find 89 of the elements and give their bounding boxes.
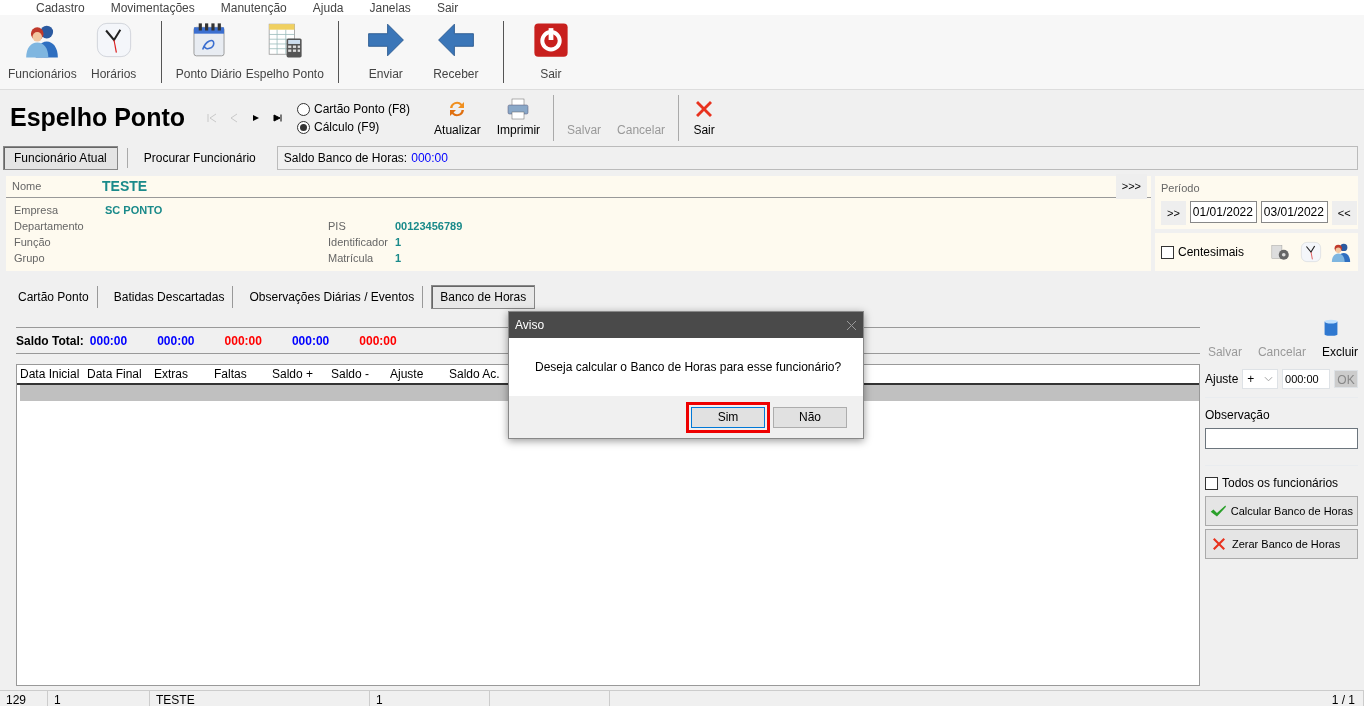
field-label: PIS bbox=[328, 219, 347, 234]
tab[interactable]: Cartão Ponto bbox=[10, 286, 98, 308]
menu-item[interactable]: Cadastro bbox=[36, 0, 85, 15]
menu-item[interactable]: Movimentações bbox=[110, 0, 195, 15]
checkbox-label: Centesimais bbox=[1178, 244, 1245, 261]
field-label: Nome bbox=[12, 179, 43, 195]
action-button[interactable]: Zerar Banco de Horas bbox=[1205, 529, 1358, 559]
column-header: Data Final bbox=[87, 366, 143, 383]
status-cell: 1 / 1 bbox=[610, 691, 1364, 706]
dialog-title: Aviso bbox=[515, 317, 545, 334]
action-button[interactable]: Sair bbox=[684, 97, 725, 139]
cross-icon bbox=[1210, 535, 1228, 553]
menu-item[interactable]: Ajuda bbox=[312, 0, 344, 15]
observation-label: Observação bbox=[1205, 407, 1271, 424]
dialog-button[interactable]: Não bbox=[773, 406, 847, 428]
expand-button[interactable]: >>> bbox=[1115, 174, 1147, 199]
printer-icon bbox=[506, 97, 531, 121]
tab[interactable]: Procurar Funcionário bbox=[132, 146, 267, 170]
toolbar-button[interactable]: Horários bbox=[80, 21, 147, 83]
field-value: SC PONTO bbox=[105, 203, 163, 218]
time-field[interactable]: 000:00 bbox=[1282, 369, 1330, 389]
back-button[interactable]: >> bbox=[1161, 200, 1186, 225]
checkbox[interactable] bbox=[1205, 476, 1218, 490]
date-field[interactable]: 03/01/2022 bbox=[1260, 200, 1328, 223]
field-label: Função bbox=[14, 235, 52, 250]
saldo-value: 000:00 bbox=[89, 332, 128, 350]
field-value: 1 bbox=[395, 235, 402, 250]
employee-name: TESTE bbox=[102, 177, 149, 196]
radio-button[interactable] bbox=[297, 102, 310, 116]
period-label: Período bbox=[1161, 181, 1201, 196]
caret-icon bbox=[1264, 375, 1273, 383]
saldo-value: 000:00 bbox=[291, 332, 330, 350]
menu-item[interactable]: Sair bbox=[436, 0, 459, 15]
people-icon[interactable] bbox=[1330, 241, 1352, 263]
tab[interactable]: Banco de Horas bbox=[431, 285, 536, 309]
form-title: Espelho Ponto bbox=[10, 102, 185, 134]
radio-label: Cálculo (F9) bbox=[314, 119, 380, 136]
column-header: Faltas bbox=[214, 366, 248, 383]
field-label: Departamento bbox=[14, 219, 85, 234]
dialog-message: Deseja calcular o Banco de Horas para esse funcionário? bbox=[534, 359, 843, 376]
checkbox[interactable] bbox=[1161, 245, 1174, 259]
forward-button[interactable]: << bbox=[1331, 200, 1357, 225]
column-header: Saldo - bbox=[331, 366, 371, 383]
tab[interactable]: Funcionário Atual bbox=[3, 146, 118, 170]
toolbar-button[interactable]: Espelho Ponto bbox=[245, 21, 324, 83]
checkbox-label: Todos os funcionários bbox=[1222, 475, 1339, 492]
radio-label: Cartão Ponto (F8) bbox=[314, 101, 411, 118]
toolbar-button[interactable]: Funcionários bbox=[8, 21, 77, 83]
action-button[interactable]: Imprimir bbox=[488, 97, 549, 139]
action-button[interactable]: Atualizar bbox=[426, 97, 489, 139]
radio-button[interactable] bbox=[297, 120, 310, 134]
field-label: Identificador bbox=[328, 235, 389, 250]
toolbar-button[interactable]: Sair bbox=[517, 21, 584, 83]
last-icon[interactable] bbox=[272, 112, 284, 124]
saldo-value: 000:00 bbox=[359, 332, 397, 350]
menu-item[interactable]: Manutenção bbox=[220, 0, 287, 15]
column-header: Saldo Ac. bbox=[449, 366, 501, 383]
field-value: 00123456789 bbox=[395, 219, 463, 234]
close-icon[interactable] bbox=[846, 319, 857, 331]
saldo-value: 000:00 bbox=[224, 332, 262, 350]
tab[interactable]: Batidas Descartadas bbox=[105, 286, 234, 308]
field-value: 1 bbox=[395, 251, 402, 266]
ajuste-label: Ajuste bbox=[1205, 371, 1239, 388]
status-cell: 1 bbox=[370, 691, 490, 706]
action-button[interactable]: Calcular Banco de Horas bbox=[1205, 496, 1358, 526]
toolbar-button[interactable]: Enviar bbox=[352, 21, 419, 83]
balance-value: 000:00 bbox=[411, 150, 448, 167]
tab[interactable]: Observações Diárias / Eventos bbox=[241, 286, 424, 308]
column-header: Ajuste bbox=[390, 366, 425, 383]
sign-dropdown[interactable]: + bbox=[1242, 369, 1278, 389]
action-button[interactable]: Excluir bbox=[1322, 343, 1358, 361]
balance-label: Saldo Banco de Horas: bbox=[283, 150, 408, 167]
toolbar-button[interactable]: Ponto Diário bbox=[175, 21, 242, 83]
clock-icon[interactable] bbox=[1300, 241, 1322, 263]
field-label: Empresa bbox=[14, 203, 60, 218]
column-header: Saldo + bbox=[272, 366, 315, 383]
date-field[interactable]: 01/01/2022 bbox=[1189, 200, 1257, 223]
saldo-value: 000:00 bbox=[157, 332, 195, 350]
field-label: Grupo bbox=[14, 251, 46, 266]
column-header: Extras bbox=[154, 366, 189, 383]
field-label: Matrícula bbox=[328, 251, 375, 266]
menu-item[interactable]: Janelas bbox=[369, 0, 411, 15]
saldo-label: Saldo Total: bbox=[16, 332, 84, 350]
status-cell: TESTE bbox=[150, 691, 370, 706]
observation-field[interactable] bbox=[1205, 428, 1358, 449]
toolbar-button[interactable]: Receber bbox=[422, 21, 489, 83]
column-header: Data Inicial bbox=[20, 366, 81, 383]
status-cell: 129 bbox=[0, 691, 48, 706]
status-cell: 1 bbox=[48, 691, 150, 706]
